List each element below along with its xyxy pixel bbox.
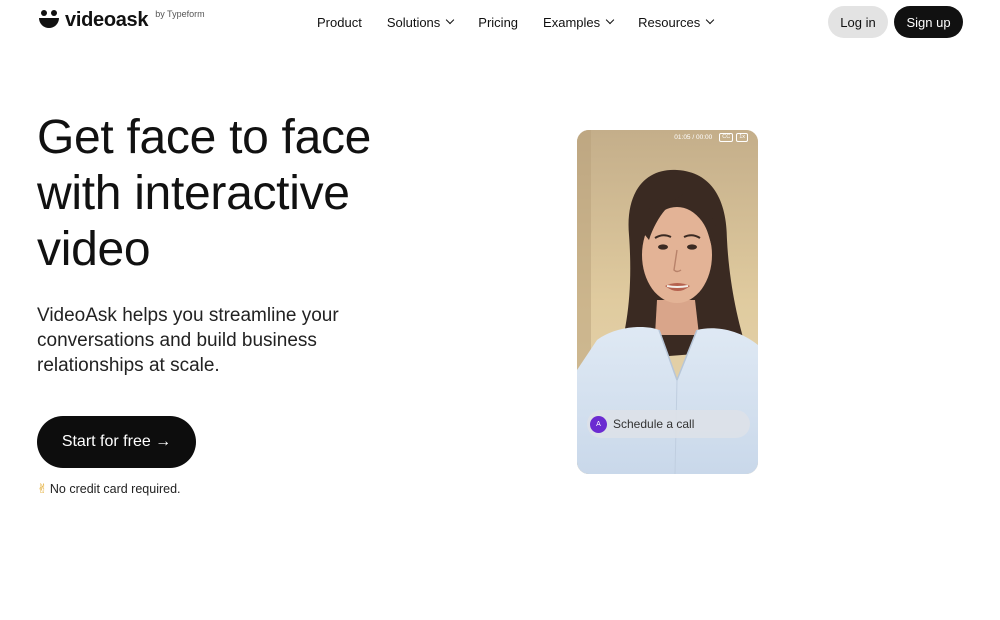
captions-button[interactable]: CC bbox=[719, 132, 734, 142]
nav-product-label: Product bbox=[317, 14, 362, 30]
nav-examples[interactable]: Examples bbox=[543, 14, 615, 30]
hero-subtitle: VideoAsk helps you streamline your conve… bbox=[37, 303, 367, 378]
hero-title-line: with interactive bbox=[37, 167, 350, 220]
logo-by-typeform: by Typeform bbox=[155, 9, 205, 19]
note-text: No credit card required. bbox=[49, 482, 181, 496]
nav-solutions[interactable]: Solutions bbox=[386, 14, 455, 30]
chevron-down-icon bbox=[605, 15, 615, 25]
top-nav: videoask by Typeform Product Solutions P… bbox=[0, 0, 1000, 44]
victory-hand-icon: ✌ bbox=[37, 481, 48, 496]
start-for-free-button[interactable]: Start for free → bbox=[37, 416, 196, 468]
chevron-down-icon bbox=[446, 15, 455, 25]
avatar: A bbox=[590, 415, 607, 433]
hero-title: Get face to face with interactive video bbox=[37, 110, 477, 278]
hero-title-line: video bbox=[37, 223, 151, 276]
schedule-call-label: Schedule a call bbox=[613, 417, 695, 431]
videoask-logo-icon bbox=[38, 9, 60, 31]
logo[interactable]: videoask by Typeform bbox=[38, 9, 205, 31]
signup-button[interactable]: Sign up bbox=[894, 6, 963, 38]
nav-product[interactable]: Product bbox=[317, 14, 362, 30]
main-nav: Product Solutions Pricing Examples Resou… bbox=[317, 14, 738, 30]
login-button[interactable]: Log in bbox=[828, 6, 888, 38]
nav-resources[interactable]: Resources bbox=[638, 14, 715, 30]
nav-pricing-label: Pricing bbox=[478, 14, 519, 30]
nav-pricing[interactable]: Pricing bbox=[478, 14, 518, 30]
chevron-down-icon bbox=[706, 15, 715, 25]
video-time: 01:05 / 00:00 bbox=[674, 133, 713, 141]
hero-subtitle-line: VideoAsk helps you streamline your bbox=[37, 305, 339, 326]
schedule-call-button[interactable]: A Schedule a call bbox=[587, 410, 750, 438]
nav-solutions-label: Solutions bbox=[386, 14, 441, 30]
logo-text: videoask bbox=[65, 9, 149, 31]
no-credit-card-note: ✌ No credit card required. bbox=[37, 481, 181, 497]
nav-resources-label: Resources bbox=[638, 14, 701, 30]
hero-subtitle-line: conversations and build business bbox=[37, 330, 317, 351]
hero-subtitle-line: relationships at scale. bbox=[37, 355, 220, 376]
video-controls: 01:05 / 00:00 CC 1x bbox=[577, 130, 758, 144]
playback-speed-button[interactable]: 1x bbox=[736, 132, 748, 142]
hero-title-line: Get face to face bbox=[37, 111, 372, 164]
nav-examples-label: Examples bbox=[543, 14, 601, 30]
